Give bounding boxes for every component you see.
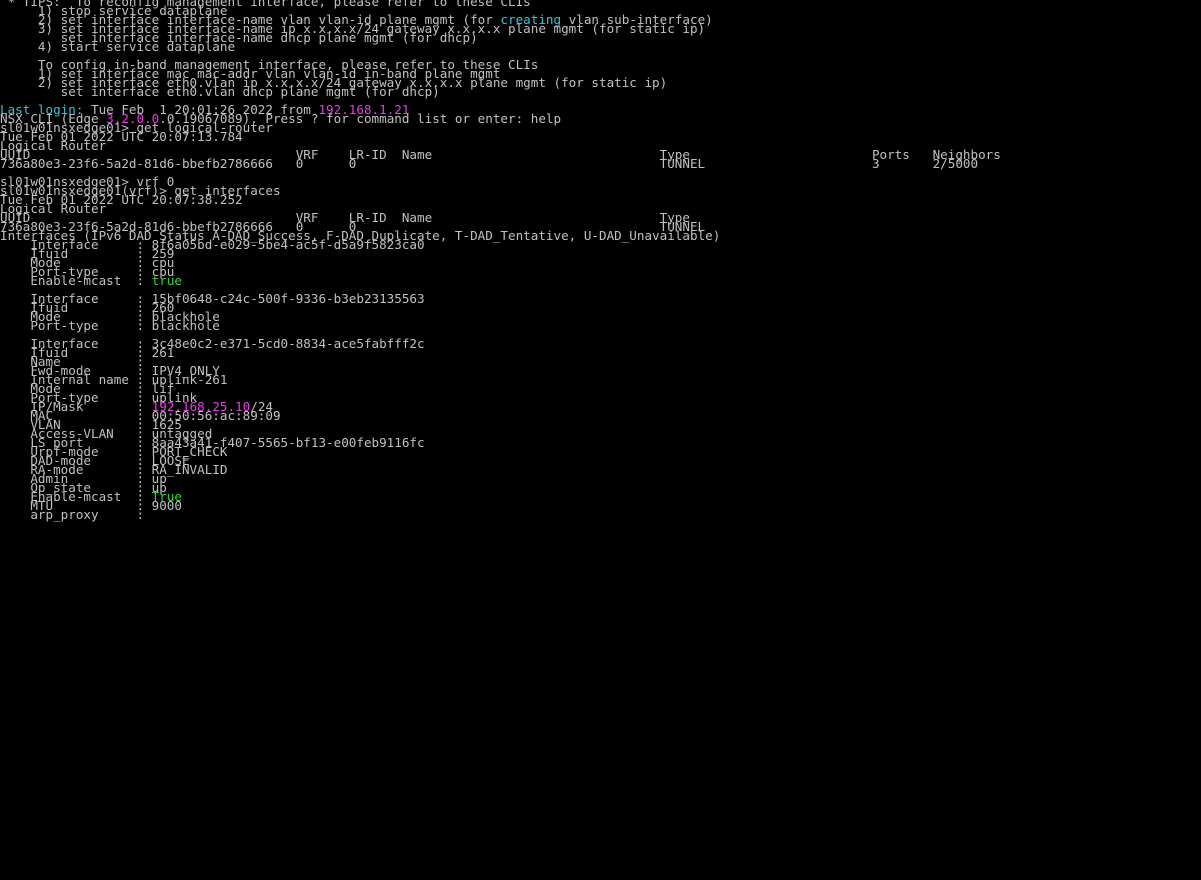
line-text: Enable-mcast : [0,273,152,288]
highlighted-text: true [151,273,182,288]
line-text: set interface eth0.vlan dhcp plane mgmt … [0,84,440,99]
line-text: 4) start service dataplane [0,39,236,54]
line-text: Port-type : blackhole [0,318,220,333]
line-text: 736a80e3-23f6-5a2d-81d6-bbefb2786666 0 0… [0,156,979,171]
line-text: arp_proxy : [0,507,145,522]
terminal-output[interactable]: * TIPS: To reconfig management interface… [0,0,1201,880]
